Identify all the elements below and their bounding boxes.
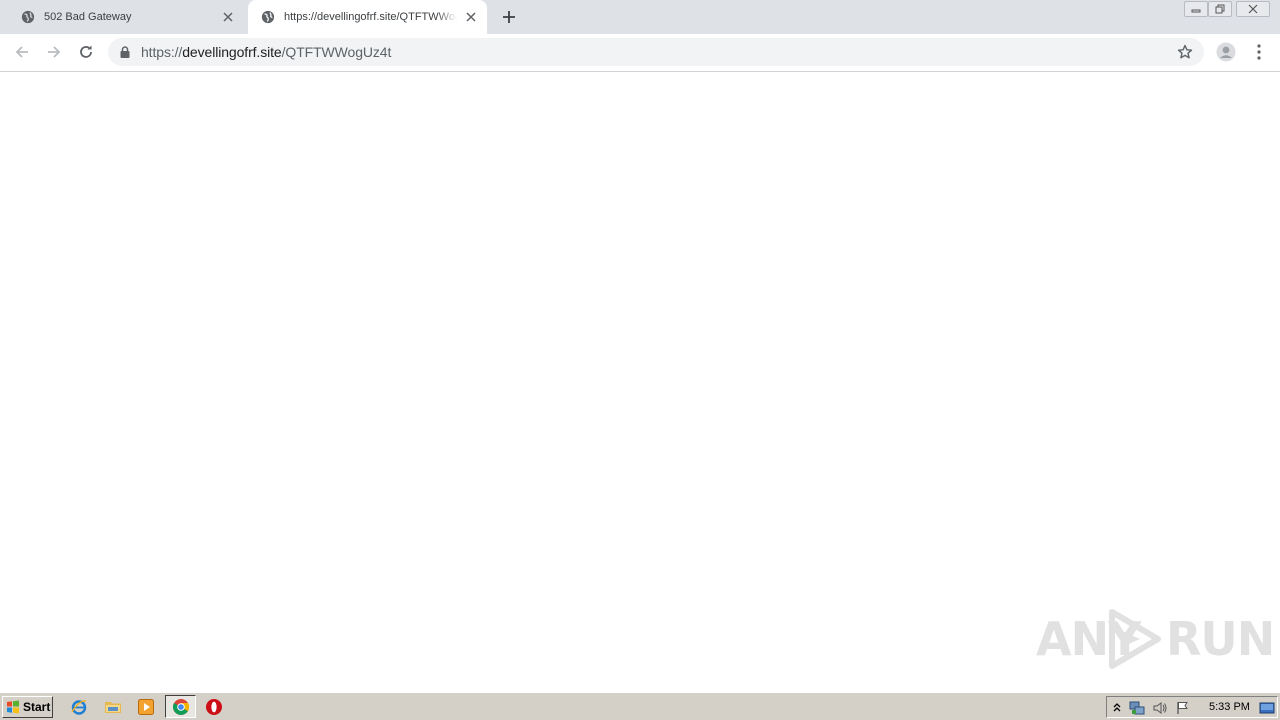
internet-explorer-icon[interactable] [70, 698, 88, 716]
close-window-button[interactable] [1236, 1, 1270, 17]
reload-icon [80, 45, 92, 58]
system-tray: 5:33 PM [1106, 696, 1278, 718]
close-tab-icon[interactable] [220, 9, 236, 25]
url-text[interactable]: https://devellingofrf.site/QTFTWWogUz4t [141, 44, 391, 60]
tab-502-bad-gateway[interactable]: 502 Bad Gateway [8, 0, 244, 34]
play-icon [1109, 609, 1161, 669]
show-hidden-icons-icon[interactable] [1109, 700, 1125, 716]
opera-icon[interactable] [205, 698, 223, 716]
url-path: /QTFTWWogUz4t [281, 44, 392, 60]
bookmark-star-icon[interactable] [1177, 44, 1193, 60]
show-desktop-icon[interactable] [1259, 700, 1275, 716]
minimize-button[interactable] [1184, 1, 1208, 17]
watermark-text-run: RUN [1166, 612, 1275, 666]
profile-avatar-icon[interactable] [1216, 42, 1236, 62]
volume-icon[interactable] [1152, 700, 1168, 716]
tab-active-url[interactable]: https://devellingofrf.site/QTFTWWogUz4t [248, 0, 487, 34]
reload-button[interactable] [76, 42, 96, 62]
network-icon[interactable] [1129, 700, 1145, 716]
page-content [0, 72, 1280, 692]
file-explorer-icon[interactable] [104, 698, 122, 716]
url-host: devellingofrf.site [182, 44, 282, 60]
media-player-icon[interactable] [137, 698, 155, 716]
close-tab-icon[interactable] [463, 9, 479, 25]
windows-logo-icon [7, 700, 19, 714]
action-center-flag-icon[interactable] [1175, 700, 1191, 716]
lock-icon[interactable] [120, 46, 130, 58]
restore-button[interactable] [1208, 1, 1232, 17]
browser-toolbar: https://devellingofrf.site/QTFTWWogUz4t [0, 34, 1280, 72]
arrow-right-icon [48, 46, 61, 58]
chrome-icon [173, 699, 189, 715]
globe-icon [261, 10, 275, 24]
anyrun-watermark-logo: ANY RUN [1036, 606, 1275, 674]
back-button[interactable] [12, 42, 32, 62]
clock[interactable]: 5:33 PM [1209, 701, 1250, 713]
address-bar[interactable]: https://devellingofrf.site/QTFTWWogUz4t [108, 38, 1204, 66]
taskbar-chrome-button[interactable] [165, 695, 196, 718]
new-tab-plus-icon[interactable] [500, 8, 518, 26]
taskbar: Start 5:33 PM [0, 692, 1280, 720]
globe-icon [21, 10, 35, 24]
url-scheme: https:// [141, 44, 183, 60]
tab-title: https://devellingofrf.site/QTFTWWogUz4t [284, 11, 457, 23]
arrow-left-icon [15, 46, 28, 58]
tab-title: 502 Bad Gateway [44, 11, 132, 23]
tab-strip: 502 Bad Gateway https://devellingofrf.si… [0, 0, 1280, 34]
start-button[interactable]: Start [2, 696, 53, 718]
start-label: Start [23, 700, 51, 714]
more-options-icon[interactable] [1252, 42, 1266, 62]
forward-button[interactable] [44, 42, 64, 62]
